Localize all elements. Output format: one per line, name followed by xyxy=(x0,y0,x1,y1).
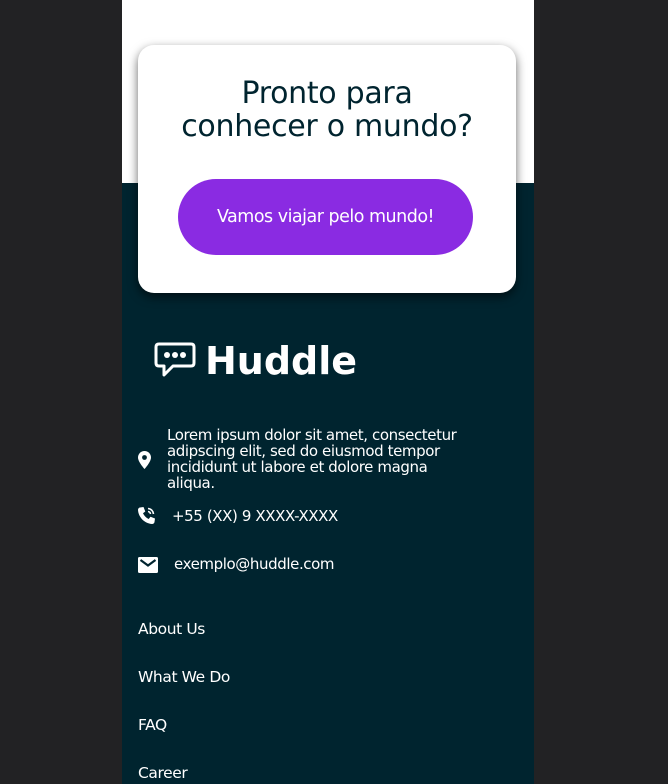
phone-icon xyxy=(138,507,155,524)
footer-nav: About Us What We Do FAQ Career xyxy=(138,616,230,784)
footer-link-faq[interactable]: FAQ xyxy=(138,712,230,760)
cta-title-line-2: conhecer o mundo? xyxy=(181,109,473,144)
page-viewport: Pronto para conhecer o mundo? Vamos viaj… xyxy=(122,0,534,784)
cta-title: Pronto para conhecer o mundo? xyxy=(138,77,516,143)
address-text: Lorem ipsum dolor sit amet, consectetur … xyxy=(167,426,457,492)
cta-title-line-1: Pronto para xyxy=(241,76,413,111)
footer-link-label[interactable]: FAQ xyxy=(138,716,167,734)
mail-icon xyxy=(138,557,158,573)
travel-cta-button[interactable]: Vamos viajar pelo mundo! xyxy=(178,179,473,255)
phone-row: +55 (XX) 9 XXXX-XXXX xyxy=(137,506,338,526)
brand-name: Huddle xyxy=(205,339,358,383)
footer-link-label[interactable]: About Us xyxy=(138,620,205,638)
footer-link-what-we-do[interactable]: What We Do xyxy=(138,664,230,712)
brand-logo[interactable]: Huddle xyxy=(153,340,357,382)
footer-link-about-us[interactable]: About Us xyxy=(138,616,230,664)
phone-number: +55 (XX) 9 XXXX-XXXX xyxy=(172,507,338,525)
cta-card: Pronto para conhecer o mundo? Vamos viaj… xyxy=(138,45,516,293)
address-row: Lorem ipsum dolor sit amet, consectetur … xyxy=(138,427,477,491)
footer-link-label[interactable]: What We Do xyxy=(138,668,230,686)
footer-link-career[interactable]: Career xyxy=(138,760,230,784)
chat-bubble-logo-icon xyxy=(154,342,196,377)
email-address[interactable]: exemplo@huddle.com xyxy=(174,555,335,573)
location-pin-icon xyxy=(138,451,151,469)
footer-link-label[interactable]: Career xyxy=(138,764,188,782)
email-row: exemplo@huddle.com xyxy=(138,555,335,573)
